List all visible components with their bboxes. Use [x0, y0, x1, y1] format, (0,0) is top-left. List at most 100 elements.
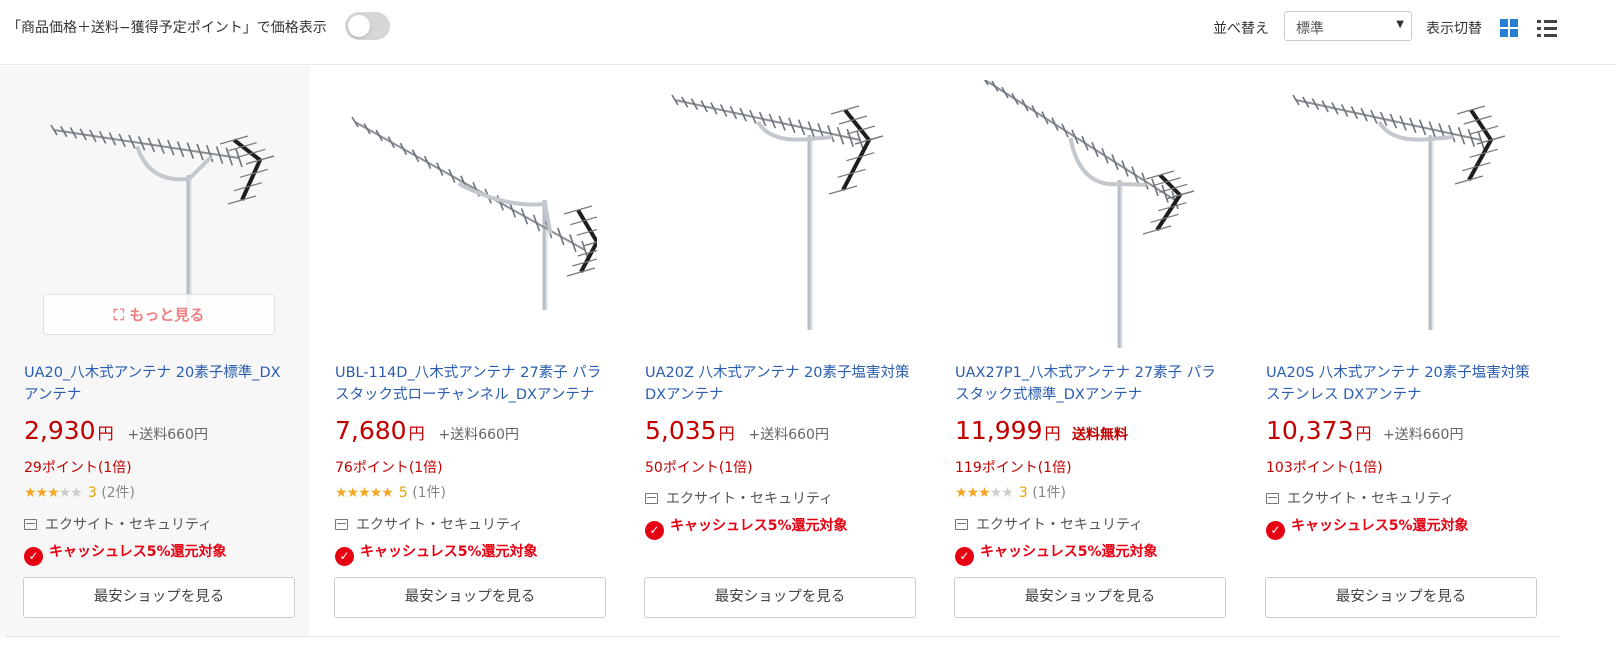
- toggle-knob: [348, 15, 370, 37]
- star-icon: ★: [989, 485, 1003, 501]
- view-toggle-label: 表示切替: [1426, 21, 1482, 37]
- toolbar: 「商品価格＋送料−獲得予定ポイント」で価格表示 並べ替え 標準 ▼ 表示切替: [0, 0, 1615, 65]
- store-icon: [645, 493, 658, 504]
- cashless-badge: ✓ キャッシュレス5%還元対象: [1266, 515, 1469, 540]
- product-price: 11,999 円: [955, 416, 1061, 445]
- yen-unit: 円: [718, 424, 735, 443]
- product-card: ⛶ もっと見る UA20_八木式アンテナ 20素子標準_DXアンテナ 2,930 円 +…: [0, 66, 310, 636]
- product-card: UA20Z 八木式アンテナ 20素子塩害対策DXアンテナ 5,035 円 +送料660…: [621, 66, 931, 636]
- rating-stars: ★★★★★: [24, 485, 83, 501]
- review-count: (1件): [412, 485, 447, 501]
- shipping-fee: +送料660円: [438, 427, 519, 443]
- product-card: UBL-114D_八木式アンテナ 27素子 パラスタック式ローチャンネル_DXア…: [311, 66, 621, 636]
- shop-label: エクサイト・セキュリティ: [356, 517, 524, 533]
- rating[interactable]: ★★★★★ 3 (1件): [955, 482, 1066, 502]
- grid-view-icon[interactable]: [1500, 19, 1518, 37]
- points-earned: 103ポイント(1倍): [1266, 460, 1383, 476]
- list-view-icon[interactable]: [1537, 18, 1557, 38]
- product-image[interactable]: [1266, 80, 1528, 348]
- star-icon: ★: [1001, 485, 1014, 501]
- cashless-label: キャッシュレス5%還元対象: [980, 544, 1158, 560]
- star-icon: ★: [358, 485, 371, 501]
- star-icon: ★: [346, 485, 360, 501]
- see-more-label: もっと見る: [129, 306, 205, 324]
- cashless-icon: ✓: [335, 547, 354, 566]
- product-image[interactable]: [645, 80, 907, 348]
- product-title[interactable]: UA20S 八木式アンテナ 20素子塩害対策ステンレス DXアンテナ: [1266, 362, 1536, 406]
- product-title[interactable]: UAX27P1_八木式アンテナ 27素子 パラスタック式標準_DXアンテナ: [955, 362, 1225, 406]
- shop-name[interactable]: エクサイト・セキュリティ: [955, 514, 1143, 534]
- product-card: UAX27P1_八木式アンテナ 27素子 パラスタック式標準_DXアンテナ 11,…: [931, 66, 1241, 636]
- rating-stars: ★★★★★: [955, 485, 1014, 501]
- shop-label: エクサイト・セキュリティ: [666, 491, 834, 507]
- price-value: 7,680: [335, 416, 407, 445]
- star-icon: ★: [369, 485, 383, 501]
- price-value: 2,930: [24, 416, 96, 445]
- see-cheapest-shop-button[interactable]: 最安ショップを見る: [954, 577, 1226, 618]
- product-image[interactable]: [955, 80, 1217, 348]
- star-icon: ★: [955, 485, 968, 501]
- star-icon: ★: [978, 485, 991, 501]
- review-count: (1件): [1032, 485, 1067, 501]
- shop-name[interactable]: エクサイト・セキュリティ: [645, 488, 833, 508]
- sort-select[interactable]: 標準 ▼: [1284, 11, 1412, 41]
- cashless-label: キャッシュレス5%還元対象: [360, 544, 538, 560]
- price-value: 5,035: [645, 416, 717, 445]
- see-cheapest-shop-button[interactable]: 最安ショップを見る: [23, 577, 295, 618]
- price-value: 10,373: [1266, 416, 1354, 445]
- product-price: 2,930 円: [24, 416, 114, 445]
- cashless-icon: ✓: [645, 521, 664, 540]
- star-icon: ★: [58, 485, 72, 501]
- cashless-icon: ✓: [1266, 521, 1285, 540]
- points-earned: 50ポイント(1倍): [645, 460, 753, 476]
- points-earned: 29ポイント(1倍): [24, 460, 132, 476]
- price-display-toggle[interactable]: [345, 12, 390, 40]
- rating-stars: ★★★★★: [335, 485, 394, 501]
- shop-label: エクサイト・セキュリティ: [45, 517, 213, 533]
- sort-label: 並べ替え: [1213, 21, 1269, 37]
- rating[interactable]: ★★★★★ 5 (1件): [335, 482, 446, 502]
- rating-value: 3: [1018, 485, 1028, 501]
- product-title[interactable]: UA20Z 八木式アンテナ 20素子塩害対策DXアンテナ: [645, 362, 915, 406]
- product-title[interactable]: UA20_八木式アンテナ 20素子標準_DXアンテナ: [24, 362, 294, 406]
- review-count: (2件): [101, 485, 136, 501]
- see-cheapest-shop-button[interactable]: 最安ショップを見る: [334, 577, 606, 618]
- shop-name[interactable]: エクサイト・セキュリティ: [1266, 488, 1454, 508]
- price-value: 11,999: [955, 416, 1043, 445]
- yen-unit: 円: [408, 424, 425, 443]
- see-more-button[interactable]: ⛶ もっと見る: [43, 294, 275, 335]
- sort-value: 標準: [1296, 21, 1324, 37]
- cashless-badge: ✓ キャッシュレス5%還元対象: [24, 541, 227, 566]
- cashless-label: キャッシュレス5%還元対象: [670, 518, 848, 534]
- price-display-toggle-label: 「商品価格＋送料−獲得予定ポイント」で価格表示: [7, 20, 327, 36]
- product-price: 5,035 円: [645, 416, 735, 445]
- shop-name[interactable]: エクサイト・セキュリティ: [24, 514, 212, 534]
- see-cheapest-shop-button[interactable]: 最安ショップを見る: [644, 577, 916, 618]
- shop-label: エクサイト・セキュリティ: [1287, 491, 1455, 507]
- points-earned: 76ポイント(1倍): [335, 460, 443, 476]
- rating[interactable]: ★★★★★ 3 (2件): [24, 482, 135, 502]
- star-icon: ★: [70, 485, 83, 501]
- product-image[interactable]: [335, 80, 597, 348]
- store-icon: [24, 519, 37, 530]
- shipping-fee: 送料無料: [1072, 427, 1128, 443]
- cashless-badge: ✓ キャッシュレス5%還元対象: [335, 541, 538, 566]
- product-price: 10,373 円: [1266, 416, 1372, 445]
- shop-name[interactable]: エクサイト・セキュリティ: [335, 514, 523, 534]
- star-icon: ★: [35, 485, 49, 501]
- cashless-label: キャッシュレス5%還元対象: [49, 544, 227, 560]
- cashless-icon: ✓: [24, 547, 43, 566]
- divider: [5, 636, 1560, 637]
- cashless-badge: ✓ キャッシュレス5%還元対象: [955, 541, 1158, 566]
- product-price: 7,680 円: [335, 416, 425, 445]
- store-icon: [955, 519, 968, 530]
- see-cheapest-shop-button[interactable]: 最安ショップを見る: [1265, 577, 1537, 618]
- star-icon: ★: [24, 485, 37, 501]
- product-title[interactable]: UBL-114D_八木式アンテナ 27素子 パラスタック式ローチャンネル_DXア…: [335, 362, 605, 406]
- points-earned: 119ポイント(1倍): [955, 460, 1072, 476]
- cashless-icon: ✓: [955, 547, 974, 566]
- shop-label: エクサイト・セキュリティ: [976, 517, 1144, 533]
- star-icon: ★: [381, 485, 394, 501]
- star-icon: ★: [47, 485, 60, 501]
- yen-unit: 円: [1355, 424, 1372, 443]
